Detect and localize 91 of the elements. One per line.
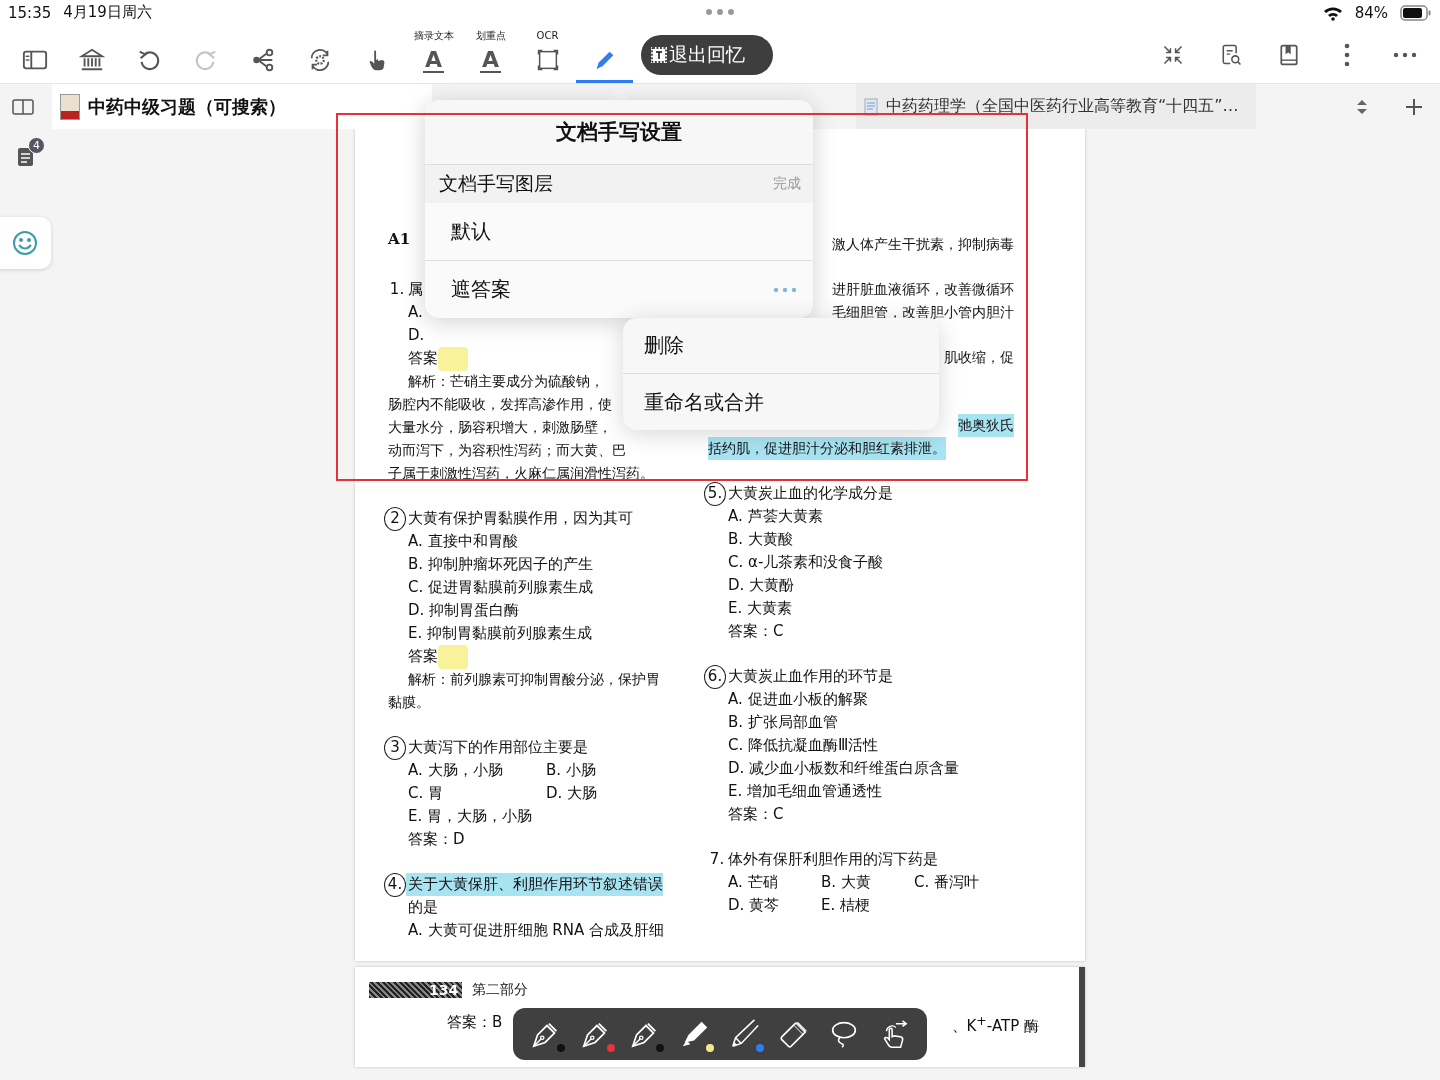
text-box-icon: [651, 47, 667, 63]
answer-option: E. 抑制胃黏膜前列腺素生成: [388, 622, 592, 645]
question-text: 属: [407, 279, 423, 300]
answer-option: B. 扩张局部血管: [708, 711, 838, 734]
question-text: 体外有保肝利胆作用的泻下药是: [727, 849, 938, 870]
status-date: 4月19日周六: [63, 3, 152, 22]
answer-label: 答案：B: [447, 1013, 503, 1033]
answer-option: 、K$^{+}$-ATP 酶: [951, 1013, 1039, 1036]
answer-option: C. 促进胃黏膜前列腺素生成: [388, 576, 593, 599]
page-number: 134: [369, 982, 463, 998]
collapse-arrows-icon: [1161, 43, 1185, 67]
menu-item[interactable]: 删除: [623, 318, 939, 374]
section-heading: A1: [388, 229, 411, 250]
answer-option: B. 抑制肿瘤坏死因子的产生: [388, 553, 593, 576]
analysis-text: 解析：芒硝主要成分为硫酸钠，: [407, 372, 604, 391]
layer-item[interactable]: 默认: [425, 203, 813, 261]
answer-option: A. 大肠，小肠: [408, 759, 546, 782]
answer-option: C. 降低抗凝血酶Ⅲ活性: [708, 734, 879, 757]
answer-option: E. 胃，大肠，小肠: [388, 805, 532, 828]
answer-option: D. 抑制胃蛋白酶: [388, 599, 520, 622]
answer-option: A. 芦荟大黄素: [708, 505, 823, 528]
up-down-arrows-icon: [1355, 97, 1369, 116]
answer-option: E. 大黄素: [708, 597, 792, 620]
section-title: 第二部分: [472, 981, 529, 999]
analysis-text: 解析：前列腺素可抑制胃酸分泌，保护胃: [407, 670, 660, 689]
question-text: 大黄炭止血作用的环节是: [727, 666, 893, 687]
answer-option: D. 减少血小板数和纤维蛋白原含量: [708, 757, 960, 780]
text-tool-button[interactable]: 划重点 A: [462, 27, 519, 83]
menu-item[interactable]: 重命名或合并: [623, 374, 939, 430]
battery-icon: [1400, 4, 1432, 21]
notes-button[interactable]: 4: [7, 137, 45, 175]
wifi-icon: [1322, 4, 1343, 21]
analysis-text: 激人体产生干扰素，抑制病毒: [832, 235, 1014, 254]
answer-option: E. 增加毛细血管通透性: [708, 780, 882, 803]
analysis-text: 进肝脏血液循环，改善微循环: [832, 280, 1014, 299]
answer-option: A. 促进血小板的解聚: [708, 688, 868, 711]
answer-option: D. 大黄酚: [708, 574, 795, 597]
answer-option: A.: [388, 301, 423, 324]
exit-recall-button[interactable]: 退出回忆: [641, 35, 773, 75]
split-view-icon: [12, 98, 34, 115]
plus-icon: [1405, 97, 1423, 116]
answer-label: 答案：D: [408, 829, 465, 850]
answer-option: A. 芒硝: [728, 871, 821, 894]
question-text: 关于大黄保肝、利胆作用环节叙述错误: [406, 873, 663, 896]
question-text: 大黄炭止血的化学成分是: [727, 483, 893, 504]
answer-option: D. 黄芩: [728, 894, 821, 917]
smiley-face-icon: [11, 229, 39, 257]
answer-label: 答案: [408, 348, 438, 369]
status-time: 15:35: [8, 3, 52, 22]
answer-option: D. 大肠: [546, 782, 684, 805]
document-tab[interactable]: 中药中级习题（可搜索）: [52, 84, 432, 129]
answer-option: D.: [388, 324, 425, 347]
analysis-text: 括约肌，促进胆汁分泌和胆红素排泄。: [708, 437, 946, 460]
answer-option: B. 小肠: [546, 759, 684, 782]
answer-option: C. 胃: [408, 782, 546, 805]
answer-option: E. 桔梗: [821, 894, 914, 917]
battery-percent: 84%: [1354, 3, 1388, 22]
book-cover-icon: [60, 93, 80, 120]
answer-label: 答案: [408, 646, 438, 667]
multitask-dots-icon[interactable]: [705, 8, 735, 16]
text-tool-button[interactable]: 摘录文本 A: [405, 27, 462, 83]
question-number: 1.: [388, 279, 406, 300]
answer-option: B. 大黄酸: [708, 528, 793, 551]
scan-button[interactable]: OCR: [519, 27, 576, 83]
analysis-text: 弛奥狄氏: [958, 414, 1014, 437]
analysis-text: 黏膜。: [388, 693, 430, 712]
library-icon: [78, 47, 105, 73]
answer-option: A. 直接中和胃酸: [388, 530, 518, 553]
analysis-text: 大量水分，肠容积增大，刺激肠壁，: [388, 418, 612, 437]
question-text: 大黄有保护胃黏膜作用，因为其可: [407, 508, 633, 529]
question-number: 7.: [708, 849, 726, 870]
layer-section-title: 文档手写图层: [439, 171, 553, 196]
book-icon: [1277, 43, 1301, 67]
answer-option: 的是: [388, 896, 438, 919]
analysis-text: 动而泻下，为容积性泻药；而大黄、巴: [388, 441, 626, 460]
answer-option: C. 番泻叶: [914, 871, 1007, 894]
analysis-text: 肠腔内不能吸收，发挥高渗作用，使: [388, 395, 612, 414]
vertical-dots-icon: [1344, 43, 1350, 67]
more-icon: [1393, 52, 1417, 58]
answer-option: C. α-儿茶素和没食子酸: [708, 551, 884, 574]
document-icon: [864, 97, 878, 116]
answer-label: 答案：C: [728, 804, 784, 825]
question-text: 大黄泻下的作用部位主要是: [407, 737, 588, 758]
answer-option: B. 大黄: [821, 871, 914, 894]
analysis-text: 肌收缩，促: [944, 348, 1014, 367]
layer-item[interactable]: 遮答案: [425, 261, 813, 318]
answer-label: 答案：C: [728, 621, 784, 642]
document-tab[interactable]: 中药药理学（全国中医药行业高等教育“十四五”…: [856, 84, 1256, 129]
emoji-button[interactable]: [0, 217, 51, 269]
answer-option: A. 大黄可促进肝细胞 RNA 合成及肝细: [388, 919, 664, 942]
notes-count-badge: 4: [28, 137, 45, 154]
